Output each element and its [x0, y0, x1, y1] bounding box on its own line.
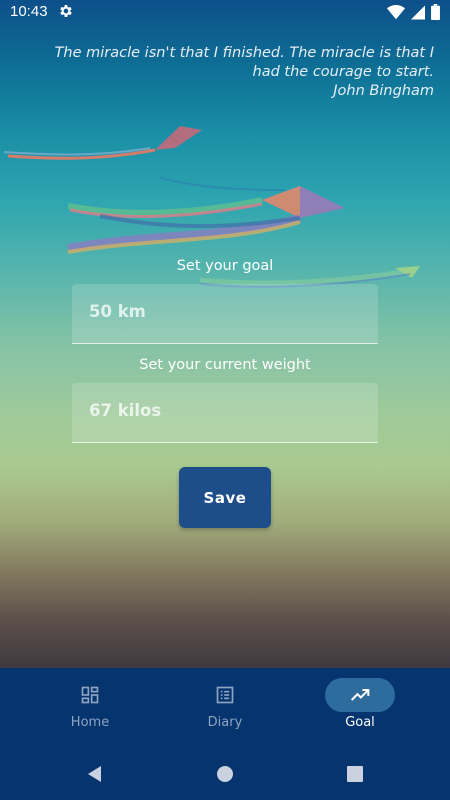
goal-input[interactable]: 50 km: [72, 284, 378, 344]
bottom-navigation: Home Diary Goal: [0, 668, 450, 748]
nav-item-home[interactable]: Home: [35, 678, 145, 738]
status-bar: 10:43: [0, 0, 450, 24]
goal-input-value: 50 km: [89, 302, 146, 321]
system-navigation-bar: [0, 748, 450, 800]
home-icon[interactable]: [215, 764, 235, 784]
back-icon[interactable]: [85, 764, 105, 784]
nav-label-goal: Goal: [345, 715, 375, 730]
save-button[interactable]: Save: [179, 467, 271, 528]
quote-author: John Bingham: [333, 83, 434, 99]
battery-icon: [431, 4, 440, 20]
screen: 10:43 The miracle isn't that I finished.…: [0, 0, 450, 800]
nav-label-home: Home: [70, 715, 110, 730]
goal-label: Set your goal: [176, 258, 274, 274]
status-time: 10:43: [10, 3, 48, 20]
weight-input[interactable]: 67 kilos: [72, 383, 378, 443]
wifi-icon: [387, 4, 405, 19]
trending-up-icon: [350, 689, 370, 701]
dashboard-icon: [81, 686, 99, 704]
weight-label: Set your current weight: [139, 357, 311, 373]
weight-input-value: 67 kilos: [89, 401, 162, 420]
recents-icon[interactable]: [345, 764, 365, 784]
nav-item-goal[interactable]: Goal: [305, 678, 415, 738]
nav-label-diary: Diary: [207, 715, 243, 730]
quote-text: The miracle isn't that I finished. The m…: [54, 45, 434, 80]
nav-item-diary[interactable]: Diary: [170, 678, 280, 738]
cell-signal-icon: [411, 5, 425, 19]
settings-gear-icon: [60, 5, 72, 17]
motivational-quote: The miracle isn't that I finished. The m…: [34, 44, 434, 101]
list-icon: [216, 686, 234, 704]
